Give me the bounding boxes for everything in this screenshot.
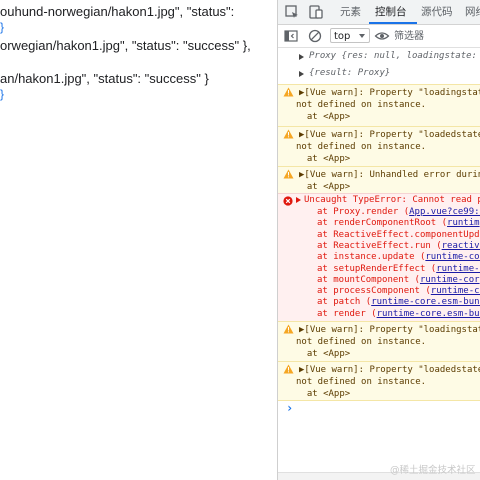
log-text: Proxy {res: null, loadingstate: ta — [309, 51, 480, 61]
watermark: @稀土掘金技术社区 — [390, 465, 476, 476]
warning-icon — [283, 87, 294, 102]
warning-text: ▶[Vue warn]: Property "loadingstat — [299, 325, 480, 335]
warning-text: at <App> — [296, 182, 351, 192]
warning-text: at <App> — [296, 349, 351, 359]
stack-frame-source-link[interactable]: runtime-cor — [420, 275, 480, 285]
expand-triangle-icon[interactable] — [299, 71, 304, 77]
tab-network[interactable]: 网络 — [465, 0, 480, 24]
console-toolbar: top — [278, 25, 480, 48]
stack-frame-source-link[interactable]: runtime-core.esm-bund — [377, 309, 480, 319]
expand-triangle-icon[interactable] — [296, 197, 301, 203]
warning-entry[interactable]: ▶[Vue warn]: Property "loadedstate not d… — [278, 126, 480, 166]
stack-frame-source-link[interactable]: App.vue?ce99:2 — [409, 207, 480, 217]
warning-icon — [283, 129, 294, 144]
warning-text: not defined on instance. — [296, 377, 427, 387]
log-entry[interactable]: {result: Proxy} — [278, 67, 480, 81]
active-tab-indicator — [369, 22, 417, 24]
device-toggle-icon[interactable] — [308, 4, 324, 20]
console-prompt[interactable]: › — [278, 401, 480, 417]
page-viewport: ouhund-norwegian/hakon1.jpg", "status": … — [0, 0, 277, 480]
warning-text: ▶[Vue warn]: Property "loadedstate — [299, 130, 480, 140]
warning-icon — [283, 324, 294, 339]
context-selector-value: top — [334, 31, 351, 42]
warning-icon — [283, 169, 294, 184]
log-text: {result: Proxy} — [309, 68, 391, 78]
warning-icon — [283, 364, 294, 379]
expand-triangle-icon[interactable] — [299, 54, 304, 60]
warning-entry[interactable]: ▶[Vue warn]: Property "loadedstate not d… — [278, 361, 480, 401]
error-icon — [283, 196, 293, 211]
stack-frame-function: at mountComponent ( — [317, 274, 420, 285]
stack-frame: at Proxy.render (App.vue?ce99:2 — [317, 207, 480, 219]
stack-frame: at mountComponent (runtime-cor — [317, 275, 480, 287]
tab-elements[interactable]: 元素 — [340, 0, 361, 24]
page-brace: } — [0, 87, 5, 101]
stack-frame-function: at instance.update ( — [317, 252, 426, 263]
error-message: Uncaught TypeError: Cannot read p — [304, 195, 480, 205]
sidebar-icon[interactable] — [283, 28, 299, 44]
warning-text: not defined on instance. — [296, 100, 427, 110]
stack-frame: at patch (runtime-core.esm-bund — [317, 297, 480, 309]
context-selector[interactable]: top — [330, 28, 370, 43]
inspect-icon[interactable] — [284, 4, 300, 20]
tab-console[interactable]: 控制台 — [375, 0, 407, 24]
warning-text: ▶[Vue warn]: Unhandled error durin — [299, 170, 480, 180]
devtools-panel: 元素 控制台 源代码 网络 top Proxy {res: null, load… — [278, 0, 480, 480]
stack-frame: at ReactiveEffect.run (reactivi — [317, 241, 480, 253]
stack-frame-function: at renderComponentRoot ( — [317, 218, 448, 229]
console-messages: Proxy {res: null, loadingstate: ta {resu… — [278, 48, 480, 480]
prompt-chevron-icon: › — [286, 401, 294, 415]
page-text-line: orwegian/hakon1.jpg", "status": "success… — [0, 38, 251, 53]
warning-text: at <App> — [296, 154, 351, 164]
warning-text: at <App> — [296, 389, 351, 399]
warning-text: ▶[Vue warn]: Property "loadingstat — [299, 88, 480, 98]
page-brace: } — [0, 20, 5, 34]
stack-frame-source-link[interactable]: runtime-cor — [425, 252, 480, 262]
tab-sources[interactable]: 源代码 — [421, 0, 453, 24]
stack-frame: at renderComponentRoot (runtim — [317, 218, 480, 230]
stack-frame-source-link[interactable]: runtime-co — [431, 286, 480, 296]
stack-frame: at instance.update (runtime-cor — [317, 252, 480, 264]
stack-frame-function: at render ( — [317, 308, 377, 319]
eye-icon[interactable] — [374, 28, 390, 44]
stack-frame-source-link[interactable]: reactivi — [442, 241, 480, 251]
warning-text: not defined on instance. — [296, 337, 427, 347]
warning-text: not defined on instance. — [296, 142, 427, 152]
page-text-line: an/hakon1.jpg", "status": "success" } — [0, 71, 209, 86]
stack-frame: at processComponent (runtime-co — [317, 286, 480, 298]
devtools-tabbar: 元素 控制台 源代码 网络 — [278, 0, 480, 25]
stack-frame-function: at setupRenderEffect ( — [317, 263, 437, 274]
stack-frame-source-link[interactable]: runtim — [447, 218, 480, 228]
page-text-line: ouhund-norwegian/hakon1.jpg", "status": — [0, 4, 235, 19]
error-entry[interactable]: Uncaught TypeError: Cannot read p at Pro… — [278, 193, 480, 321]
stack-frame: at ReactiveEffect.componentUpdat — [317, 230, 480, 242]
stack-frame: at setupRenderEffect (runtime-co — [317, 264, 480, 276]
stack-frame: at render (runtime-core.esm-bund — [317, 309, 480, 321]
stack-frame-function: at ReactiveEffect.run ( — [317, 240, 442, 251]
stack-frame-source-link[interactable]: runtime-co — [436, 264, 480, 274]
stack-frame-function: at processComponent ( — [317, 286, 431, 297]
stack-frame-source-link[interactable]: runtime-core.esm-bund — [371, 297, 480, 307]
stack-frame-function: at Proxy.render ( — [317, 207, 410, 217]
filter-input[interactable] — [394, 28, 480, 44]
clear-console-icon[interactable] — [307, 28, 323, 44]
stack-frame-function: at patch ( — [317, 297, 372, 308]
stack-frame-function: at ReactiveEffect.componentUpdat — [317, 229, 480, 240]
warning-text: ▶[Vue warn]: Property "loadedstate — [299, 365, 480, 375]
warning-text: at <App> — [296, 112, 351, 122]
warning-entry[interactable]: ▶[Vue warn]: Property "loadingstat not d… — [278, 84, 480, 126]
log-entry[interactable]: Proxy {res: null, loadingstate: ta — [278, 50, 480, 64]
warning-entry[interactable]: ▶[Vue warn]: Unhandled error durin at <A… — [278, 166, 480, 193]
warning-entry[interactable]: ▶[Vue warn]: Property "loadingstat not d… — [278, 321, 480, 361]
chevron-down-icon — [359, 34, 365, 38]
